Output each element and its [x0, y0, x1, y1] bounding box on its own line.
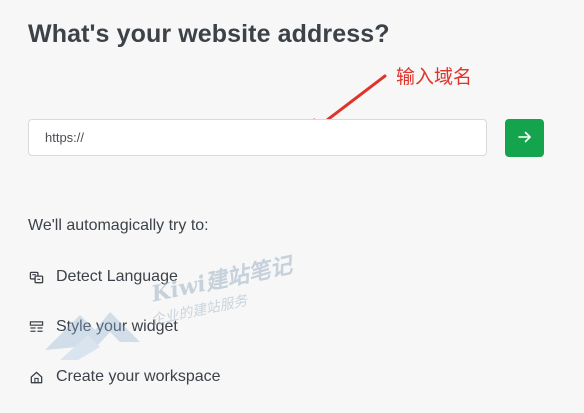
feature-item-style-widget: Style your widget — [28, 316, 178, 338]
website-url-input[interactable] — [28, 119, 487, 156]
translate-icon — [28, 269, 44, 285]
page-title: What's your website address? — [28, 20, 390, 48]
feature-item-detect-language: Detect Language — [28, 266, 178, 288]
feature-label: Detect Language — [56, 268, 178, 285]
feature-label: Create your workspace — [56, 368, 221, 385]
layout-icon — [28, 319, 44, 335]
annotation-arrow — [306, 74, 387, 136]
submit-button[interactable] — [505, 119, 544, 157]
feature-label: Style your widget — [56, 318, 178, 335]
intro-text: We'll automagically try to: — [28, 217, 209, 234]
page: What's your website address? 输入域名 We'll … — [0, 0, 584, 413]
home-icon — [28, 369, 44, 385]
feature-item-create-workspace: Create your workspace — [28, 366, 221, 388]
arrow-right-icon — [517, 131, 532, 146]
annotation-label: 输入域名 — [396, 66, 473, 88]
